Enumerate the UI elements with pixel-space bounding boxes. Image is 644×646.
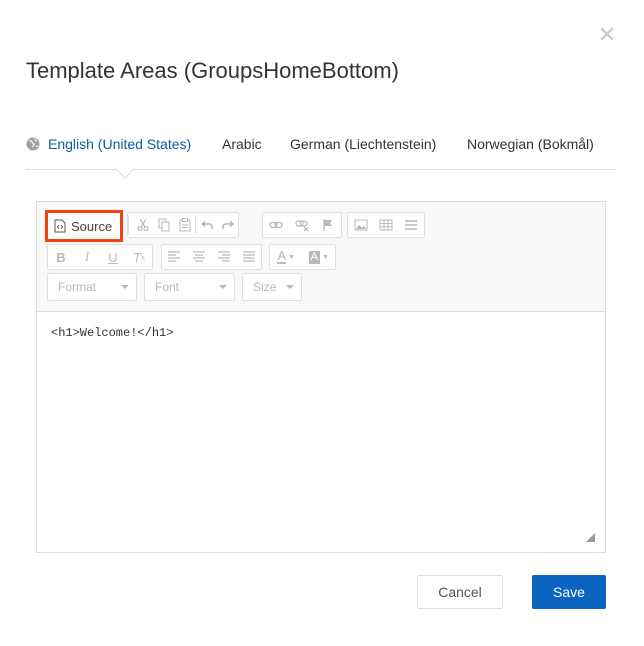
align-left-icon[interactable] — [162, 245, 186, 269]
tab-norwegian-bokmal[interactable]: Norwegian (Bokmål) — [467, 136, 594, 152]
globe-icon — [26, 137, 40, 151]
tab-label: English (United States) — [48, 136, 192, 152]
link-group — [262, 212, 342, 238]
format-label: Format — [58, 280, 97, 294]
colors-group: A ▼ A ▼ — [269, 244, 336, 270]
align-right-icon[interactable] — [212, 245, 236, 269]
align-justify-icon[interactable] — [237, 245, 261, 269]
text-color-icon[interactable]: A ▼ — [272, 245, 300, 269]
tab-english-united-states[interactable]: English (United States) — [26, 136, 191, 152]
clipboard-group — [127, 212, 239, 238]
redo-icon[interactable] — [217, 213, 238, 237]
font-label: Font — [155, 280, 180, 294]
source-icon — [54, 219, 66, 233]
editor-content[interactable]: <h1>Welcome!</h1> — [51, 326, 173, 340]
image-icon[interactable] — [349, 213, 373, 237]
format-dropdown[interactable]: Format — [47, 273, 137, 301]
editor-toolbar: Source B I U T x A ▼ A ▼ Format Font Siz… — [37, 202, 605, 312]
remove-format-icon[interactable]: Tx — [127, 245, 151, 269]
chevron-down-icon — [121, 285, 129, 289]
link-icon[interactable] — [264, 213, 288, 237]
tab-arabic[interactable]: Arabic — [222, 136, 262, 152]
horizontal-line-icon[interactable] — [399, 213, 423, 237]
size-dropdown[interactable]: Size — [242, 273, 302, 301]
font-dropdown[interactable]: Font — [144, 273, 235, 301]
alignment-group — [161, 244, 262, 270]
unlink-icon[interactable] — [290, 213, 314, 237]
table-icon[interactable] — [374, 213, 398, 237]
undo-icon[interactable] — [196, 213, 217, 237]
underline-icon[interactable]: U — [101, 245, 125, 269]
paste-icon[interactable] — [175, 213, 196, 237]
chevron-down-icon — [219, 285, 227, 289]
source-button[interactable]: Source — [45, 210, 123, 242]
background-color-icon[interactable]: A ▼ — [305, 245, 333, 269]
save-button[interactable]: Save — [532, 575, 606, 609]
chevron-down-icon — [286, 285, 294, 289]
italic-icon[interactable]: I — [75, 245, 99, 269]
tab-german-liechtenstein[interactable]: German (Liechtenstein) — [290, 136, 436, 152]
copy-icon[interactable] — [154, 213, 175, 237]
active-tab-pointer — [115, 159, 135, 179]
source-label: Source — [71, 218, 113, 234]
align-center-icon[interactable] — [187, 245, 211, 269]
insert-group — [347, 212, 425, 238]
size-label: Size — [253, 280, 277, 294]
resize-handle-icon[interactable] — [586, 533, 595, 542]
separator — [128, 216, 129, 234]
bold-icon[interactable]: B — [49, 245, 73, 269]
cut-icon[interactable] — [133, 213, 154, 237]
dialog-title: Template Areas (GroupsHomeBottom) — [26, 58, 399, 83]
rich-text-editor: Source B I U T x A ▼ A ▼ Format Font Siz… — [36, 201, 606, 553]
cancel-button[interactable]: Cancel — [417, 575, 503, 609]
anchor-flag-icon[interactable] — [316, 213, 340, 237]
language-tabs: English (United States) Arabic German (L… — [26, 128, 616, 179]
close-icon[interactable]: ✕ — [596, 24, 618, 46]
basic-styles-group: B I U Tx — [47, 244, 153, 270]
